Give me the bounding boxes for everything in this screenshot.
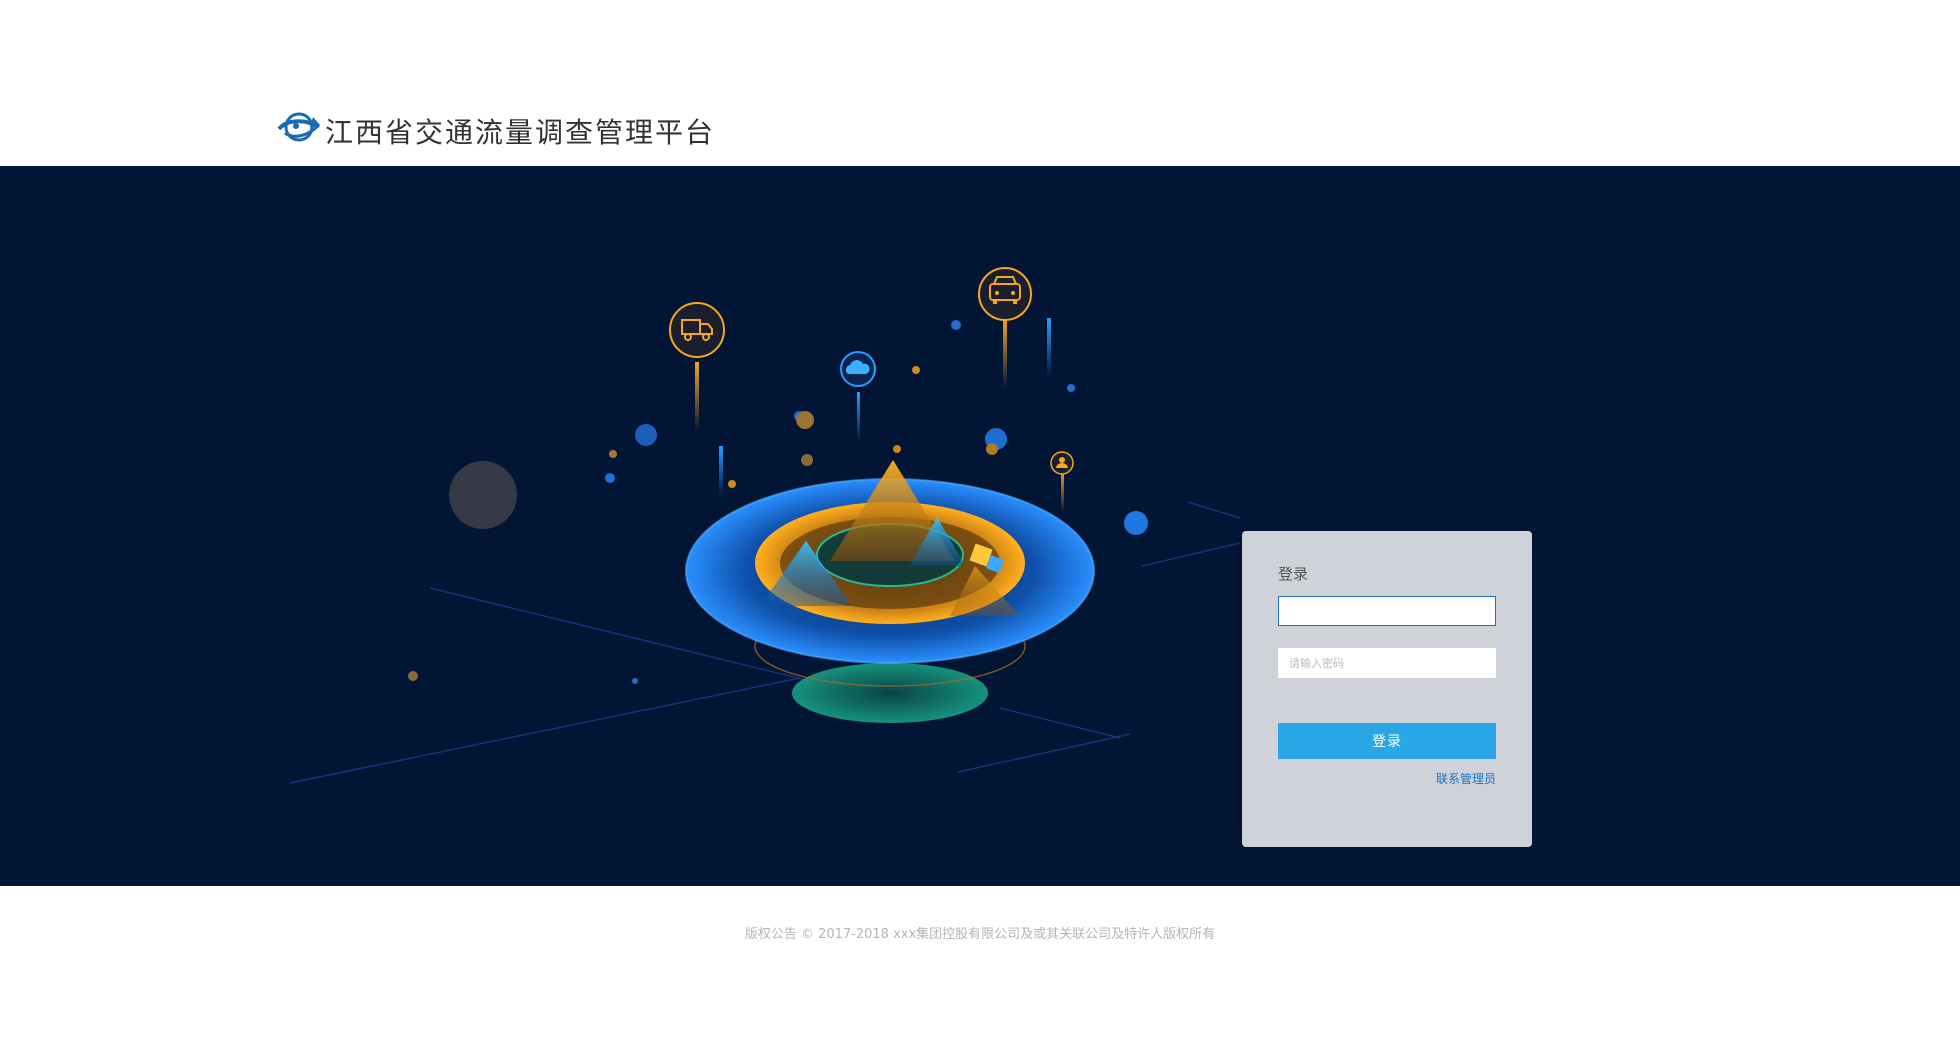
username-input[interactable]	[1278, 596, 1496, 626]
login-title: 登录	[1278, 565, 1309, 583]
login-form: 登录 登录 联系管理员	[1242, 531, 1532, 847]
password-input[interactable]	[1278, 648, 1496, 678]
login-button[interactable]: 登录	[1278, 723, 1496, 759]
truck-icon	[669, 302, 725, 358]
hero-banner: 登录 登录 联系管理员	[0, 166, 1960, 886]
site-header: 江西省交通流量调查管理平台	[0, 0, 1960, 166]
copyright-notice: 版权公告 © 2017-2018 xxx集团控股有限公司及或其关联公司及特许人版…	[744, 927, 1216, 942]
cloud-icon	[840, 351, 876, 387]
globe-arrow-logo-icon	[277, 112, 321, 142]
user-icon	[1050, 451, 1074, 475]
car-icon	[978, 267, 1032, 321]
contact-admin-link[interactable]: 联系管理员	[1436, 770, 1496, 787]
site-title: 江西省交通流量调查管理平台	[325, 116, 716, 149]
platform-illustration	[289, 267, 1241, 784]
